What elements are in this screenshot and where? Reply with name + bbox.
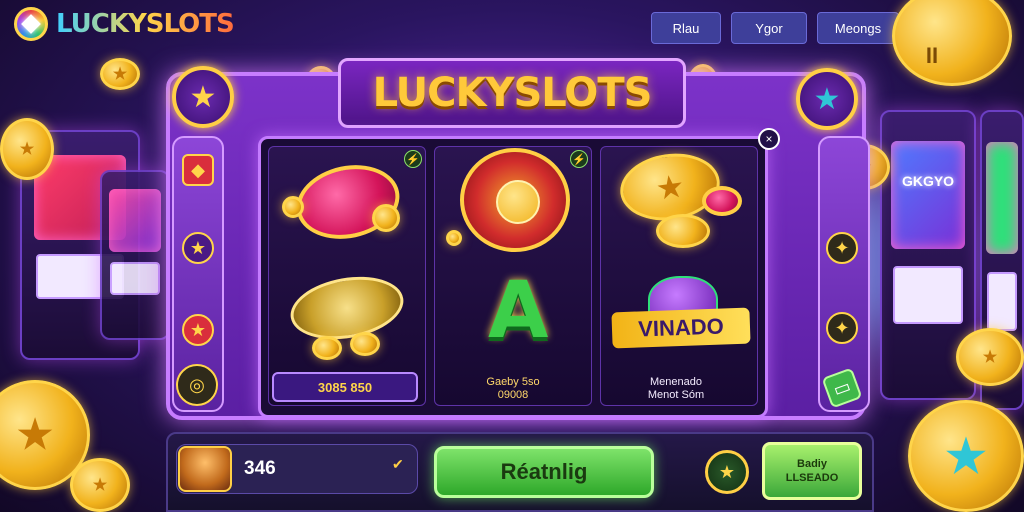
arcade-machine-left-back (100, 170, 170, 340)
winner-banner: VINADO (611, 307, 751, 349)
logo-text: LUCKYSLOTS (56, 9, 235, 39)
balance-value: 346 (244, 458, 276, 479)
reel-caption-middle: Gaeby 5so 09008 (486, 376, 540, 401)
gem-icon (14, 7, 48, 41)
star-icon[interactable]: ★ (182, 232, 214, 264)
floating-coin: ★ (908, 400, 1024, 512)
floating-coin: ★ (0, 118, 54, 180)
roulette-wheel-icon (460, 148, 570, 252)
game-title: LUCKYSLOTS (338, 58, 686, 128)
machine-screen-text: GKGYO (901, 173, 955, 190)
coin-icon (350, 332, 380, 356)
letter-a-symbol: A (488, 266, 549, 356)
nav-button-rlau[interactable]: Rlau (651, 12, 721, 44)
coin-icon (312, 336, 342, 360)
pause-icon: II (925, 43, 939, 68)
reel-label-pill: 3085 850 (272, 372, 418, 402)
cube-icon[interactable]: ◆ (182, 154, 214, 186)
spin-button[interactable]: Réatnlig (434, 446, 654, 498)
close-button[interactable]: × (758, 128, 780, 150)
reel-badge-icon: ⚡ (404, 150, 422, 168)
poker-chip-icon (702, 186, 742, 216)
floating-coin: ★ (956, 328, 1024, 386)
nav-button-meongs[interactable]: Meongs (817, 12, 899, 44)
reel-caption-right: Menenado Menot Sóm (647, 376, 705, 401)
coin-icon (282, 196, 304, 218)
star-emblem-icon: ★ (796, 68, 858, 130)
check-icon: ✔ (392, 456, 404, 472)
avatar[interactable] (178, 446, 232, 492)
coin-icon (446, 230, 462, 246)
star-icon[interactable]: ★ (182, 314, 214, 346)
reel-badge-icon: ⚡ (570, 150, 588, 168)
star-emblem-button[interactable]: ★ (705, 450, 749, 494)
star-emblem-icon: ★ (172, 66, 234, 128)
floating-coin: ★ (100, 58, 140, 90)
sparkle-icon[interactable]: ✦ (826, 312, 858, 344)
coin-icon (656, 214, 710, 248)
logo[interactable]: LUCKYSLOTS (14, 6, 235, 42)
bet-button-line2: LLSEADO (785, 472, 839, 484)
sparkle-icon[interactable]: ✦ (826, 232, 858, 264)
coin-icon (372, 204, 400, 232)
nav-button-ygor[interactable]: Ygor (731, 12, 807, 44)
bet-button[interactable]: Badiy LLSEADO (762, 442, 862, 500)
bet-button-line1: Badiy (797, 458, 827, 470)
top-navigation: Rlau Ygor Meongs (651, 12, 899, 44)
floating-coin: ★ (70, 458, 130, 512)
coin-icon[interactable]: ◎ (176, 364, 218, 406)
pause-button[interactable]: II (892, 0, 1012, 86)
